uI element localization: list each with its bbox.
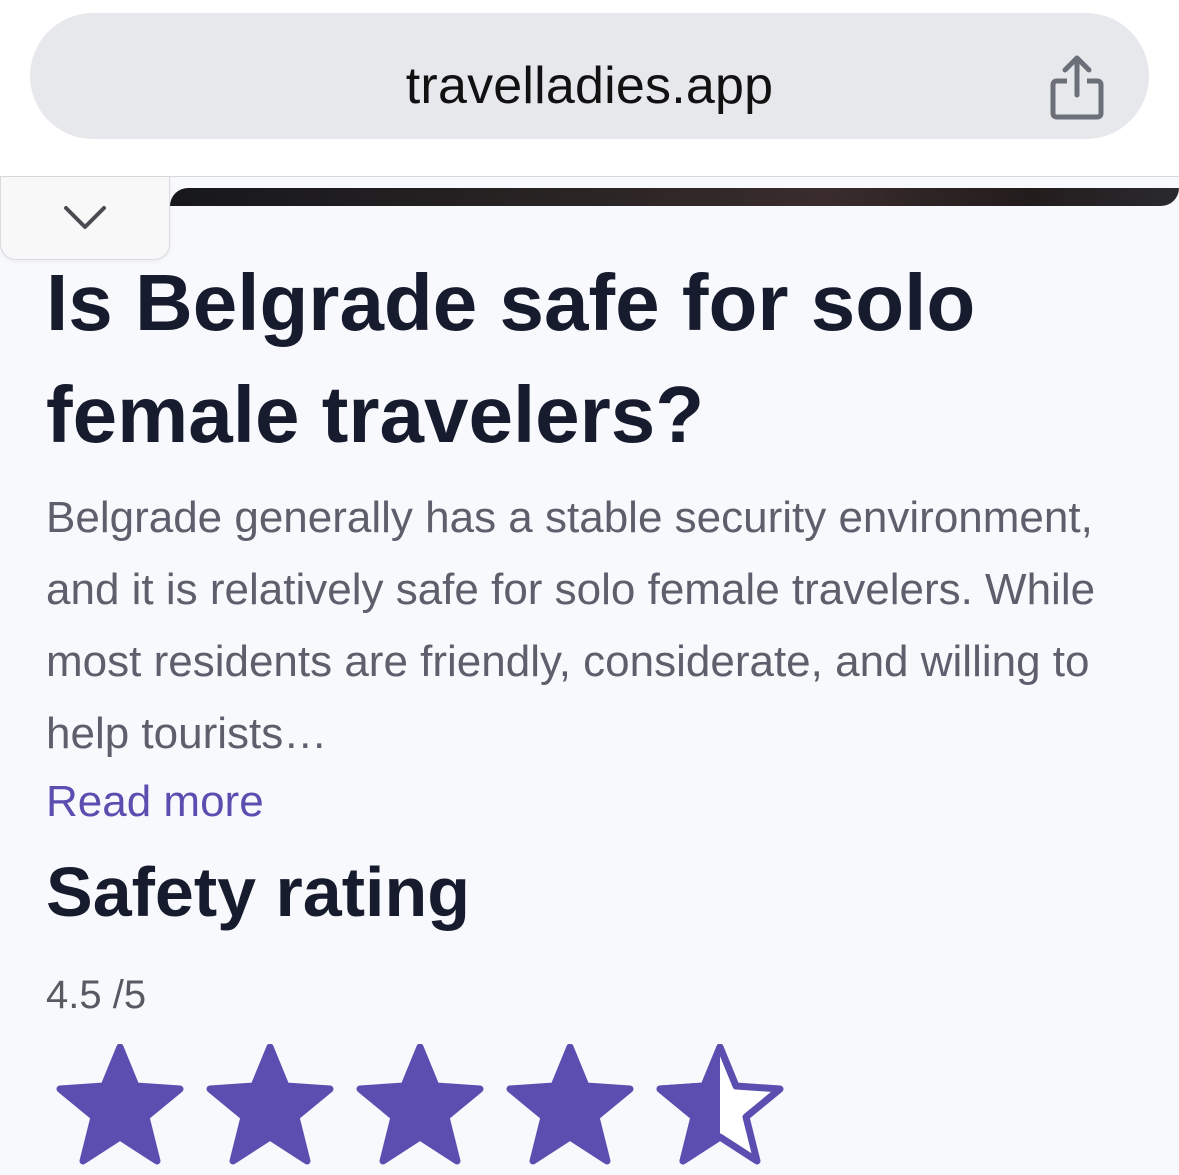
star-full-icon [506, 1044, 634, 1165]
star-full-icon [206, 1044, 334, 1165]
rating-value: 4.5 /5 [46, 973, 147, 1017]
star-half-icon [656, 1044, 784, 1165]
chevron-down-icon [64, 206, 106, 229]
browser-toolbar: travelladies.app [0, 0, 1179, 177]
page-content: Is Belgrade safe for solo female travele… [0, 177, 1179, 1175]
star-full-icon [56, 1044, 184, 1165]
safety-description: Belgrade generally has a stable security… [46, 493, 1096, 758]
hero-image [170, 188, 1179, 206]
star-full-icon [356, 1044, 484, 1165]
share-icon[interactable] [1049, 55, 1105, 121]
safety-rating-heading: Safety rating [46, 853, 470, 931]
page-title: Is Belgrade safe for solo female travele… [46, 258, 976, 459]
address-bar[interactable]: travelladies.app [30, 13, 1149, 139]
url-text[interactable]: travelladies.app [30, 55, 1149, 117]
read-more-link[interactable]: Read more [46, 774, 264, 830]
